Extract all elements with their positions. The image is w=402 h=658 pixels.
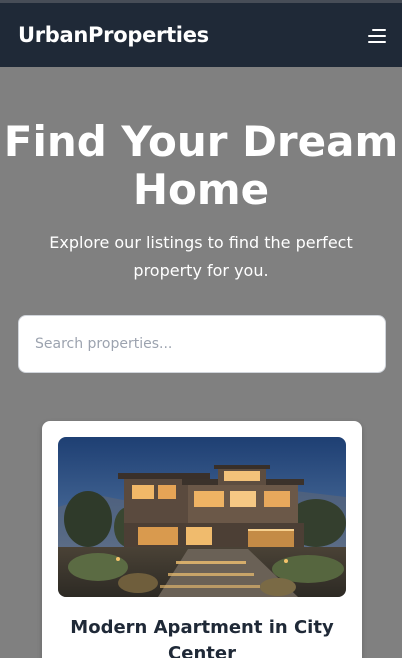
- hero-title: Find Your Dream Home: [3, 117, 399, 214]
- listing-card[interactable]: Modern Apartment in City Center: [42, 421, 362, 658]
- hero-subtitle: Explore our listings to find the perfect…: [49, 233, 353, 280]
- listing-title[interactable]: Modern Apartment in City Center: [58, 615, 346, 658]
- hamburger-menu-icon[interactable]: [364, 25, 386, 45]
- menu-line: [368, 35, 386, 37]
- search-input[interactable]: [18, 315, 386, 373]
- menu-line: [372, 29, 386, 31]
- listing-image[interactable]: [58, 437, 346, 597]
- brand-logo-text[interactable]: UrbanProperties: [18, 23, 209, 47]
- menu-line: [368, 41, 386, 43]
- navbar: UrbanProperties: [0, 3, 402, 67]
- modern-house-photo: [58, 437, 346, 597]
